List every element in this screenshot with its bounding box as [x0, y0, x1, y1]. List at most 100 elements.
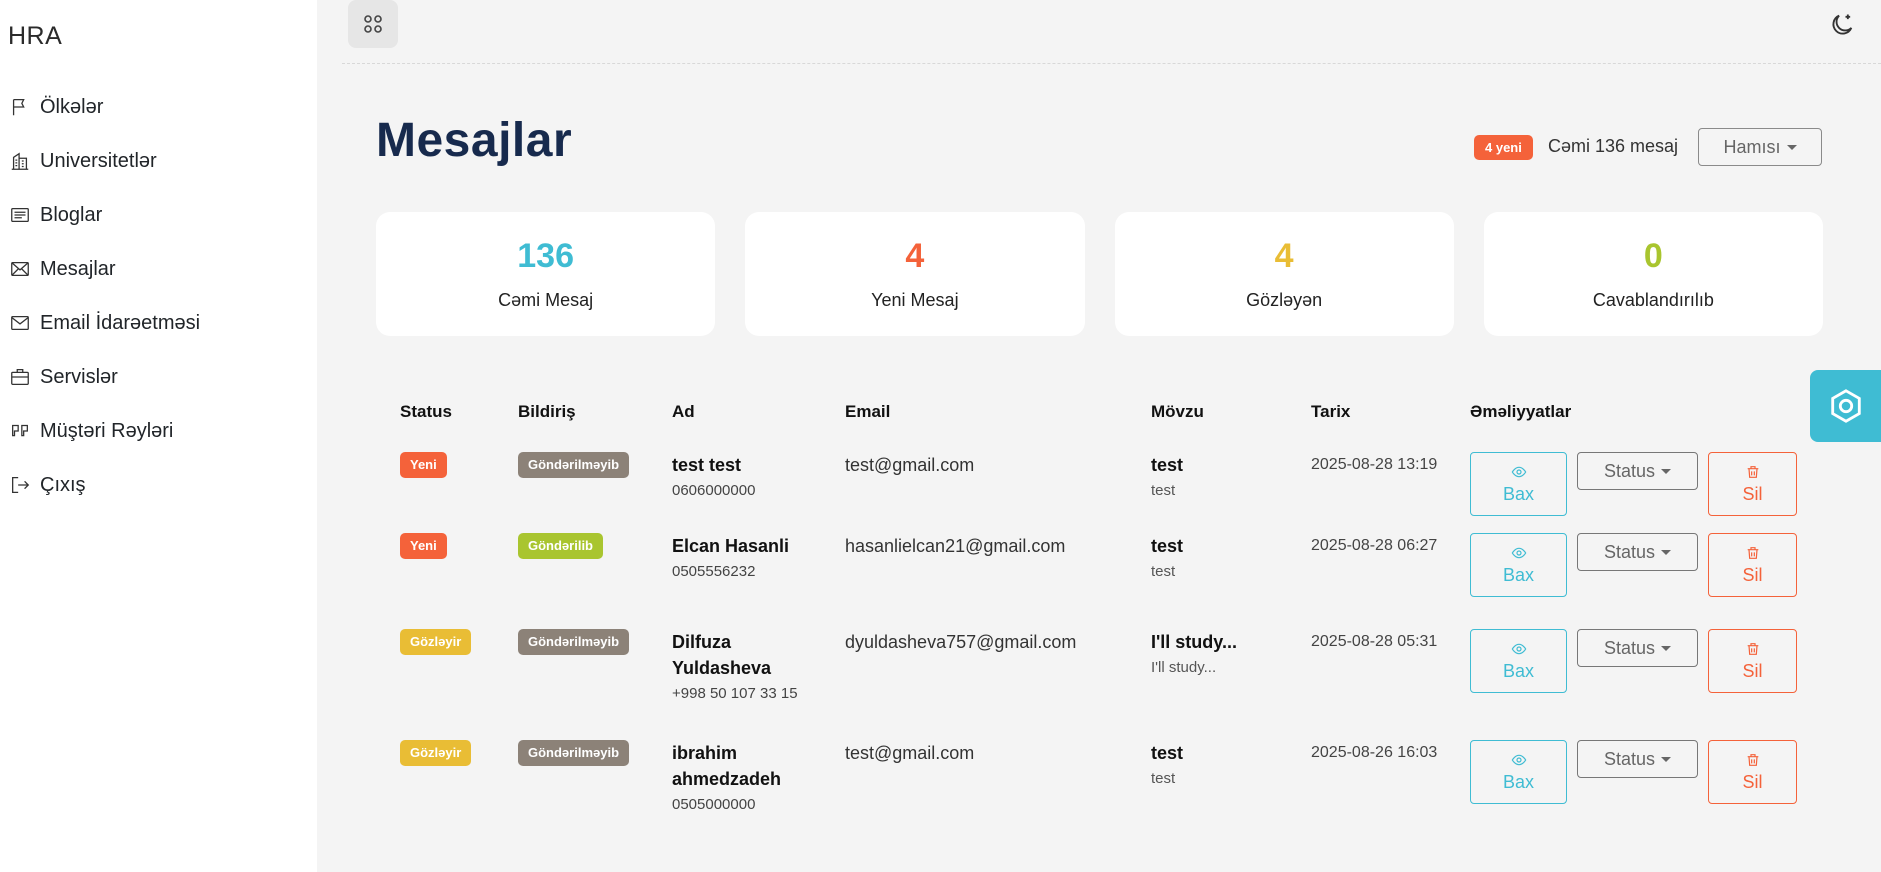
sidebar-item-email-idareetmesi[interactable]: Email İdarəetməsi — [8, 296, 308, 350]
view-button-label: Bax — [1502, 771, 1535, 792]
subject-title: test — [1151, 536, 1184, 556]
stat-label: Yeni Mesaj — [871, 290, 959, 310]
caret-down-icon — [1661, 468, 1672, 474]
status-dropdown-button[interactable]: Status — [1577, 533, 1698, 571]
delete-button[interactable]: Sil — [1708, 533, 1797, 597]
sidebar-item-servisler[interactable]: Servislər — [8, 350, 308, 404]
sidebar-item-bloglar[interactable]: Bloglar — [8, 188, 308, 242]
building-icon — [8, 149, 32, 173]
sidebar-item-universitetler[interactable]: Universitetlər — [8, 134, 308, 188]
status-badge: Yeni — [400, 452, 447, 478]
quote-icon — [8, 419, 32, 443]
flag-icon — [8, 95, 32, 119]
trash-icon — [1747, 753, 1758, 766]
delete-button-label: Sil — [1742, 483, 1763, 504]
column-header-date: Tarix — [1311, 402, 1351, 421]
column-header-status: Status — [400, 402, 452, 421]
sidebar-item-label: Email İdarəetməsi — [40, 311, 201, 334]
sender-phone: 0505556232 — [672, 563, 756, 580]
grid-icon — [364, 15, 382, 33]
status-dropdown-button[interactable]: Status — [1577, 740, 1698, 778]
subject-preview: test — [1151, 563, 1176, 580]
status-badge: Gözləyir — [400, 629, 472, 655]
filter-dropdown-button[interactable]: Hamısı — [1698, 128, 1822, 166]
notification-badge: Göndərilib — [518, 533, 603, 559]
sender-email: hasanlielcan21@gmail.com — [845, 536, 1066, 556]
status-dropdown-button[interactable]: Status — [1577, 629, 1698, 667]
sender-email: test@gmail.com — [845, 743, 975, 763]
topbar — [342, 0, 1881, 64]
sidebar-item-cixis[interactable]: Çıxış — [8, 458, 308, 512]
column-header-subject: Mövzu — [1151, 402, 1204, 421]
column-header-actions: Əməliyyatlar — [1470, 402, 1572, 421]
page-title: Mesajlar — [376, 114, 573, 167]
stat-card-pending: 4 Gözləyən — [1114, 212, 1454, 336]
sender-name: test test — [672, 455, 742, 475]
column-header-name: Ad — [672, 402, 695, 421]
stat-card-new: 4 Yeni Mesaj — [745, 212, 1085, 336]
status-button-label: Status — [1603, 748, 1656, 769]
delete-button[interactable]: Sil — [1708, 452, 1797, 516]
delete-button[interactable]: Sil — [1708, 740, 1797, 804]
theme-toggle-button[interactable] — [1825, 8, 1859, 42]
delete-button-label: Sil — [1742, 564, 1763, 585]
briefcase-icon — [8, 365, 32, 389]
sender-email: dyuldasheva757@gmail.com — [845, 632, 1077, 652]
settings-hexagon-icon — [1830, 389, 1861, 423]
subject-title: I'll study... — [1151, 632, 1237, 652]
apps-menu-button[interactable] — [348, 0, 398, 48]
message-date: 2025-08-26 16:03 — [1311, 744, 1438, 761]
delete-button[interactable]: Sil — [1708, 629, 1797, 693]
notification-badge: Göndərilməyib — [518, 452, 630, 478]
stat-label: Cəmi Mesaj — [498, 290, 594, 310]
stat-label: Cavablandırılıb — [1592, 290, 1714, 310]
notification-badge: Göndərilməyib — [518, 740, 630, 766]
subject-title: test — [1151, 455, 1184, 475]
sidebar-item-label: Mesajlar — [40, 257, 116, 280]
sidebar-item-label: Çıxış — [40, 473, 86, 496]
trash-icon — [1747, 642, 1758, 655]
view-button[interactable]: Bax — [1470, 533, 1567, 597]
sidebar: HRA Ölkələr Universitetlər Bloglar Mesaj… — [0, 0, 317, 872]
caret-down-icon — [1661, 549, 1672, 555]
stat-value: 0 — [1643, 237, 1663, 275]
message-date: 2025-08-28 06:27 — [1311, 537, 1438, 554]
eye-icon — [1511, 643, 1526, 654]
sender-phone: +998 50 107 33 15 — [672, 685, 798, 702]
column-header-notification: Bildiriş — [518, 402, 576, 421]
settings-float-button[interactable] — [1810, 370, 1881, 442]
delete-button-label: Sil — [1742, 771, 1763, 792]
sidebar-item-label: Müştəri Rəyləri — [40, 419, 174, 442]
status-button-label: Status — [1603, 460, 1656, 481]
message-date: 2025-08-28 05:31 — [1311, 633, 1438, 650]
sender-name: Dilfuza Yuldasheva — [672, 632, 772, 678]
subject-preview: I'll study... — [1151, 659, 1217, 676]
stat-value: 4 — [1274, 237, 1294, 275]
delete-button-label: Sil — [1742, 660, 1763, 681]
brand-logo[interactable]: HRA — [8, 22, 62, 51]
sidebar-item-mesajlar[interactable]: Mesajlar — [8, 242, 308, 296]
sender-phone: 0606000000 — [672, 482, 756, 499]
stat-value: 4 — [905, 237, 925, 275]
status-dropdown-button[interactable]: Status — [1577, 452, 1698, 490]
sidebar-item-musteri-reyleri[interactable]: Müştəri Rəyləri — [8, 404, 308, 458]
newspaper-icon — [8, 203, 32, 227]
logout-icon — [8, 473, 32, 497]
filter-label: Hamısı — [1723, 136, 1781, 157]
status-button-label: Status — [1603, 637, 1656, 658]
notification-badge: Göndərilməyib — [518, 629, 630, 655]
sidebar-nav: Ölkələr Universitetlər Bloglar Mesajlar … — [8, 80, 308, 512]
caret-down-icon — [1786, 144, 1797, 150]
view-button-label: Bax — [1502, 564, 1535, 585]
sidebar-item-label: Universitetlər — [40, 149, 157, 172]
sidebar-item-olkeler[interactable]: Ölkələr — [8, 80, 308, 134]
stat-card-answered: 0 Cavablandırılıb — [1483, 212, 1823, 336]
view-button[interactable]: Bax — [1470, 452, 1567, 516]
view-button[interactable]: Bax — [1470, 740, 1567, 804]
view-button[interactable]: Bax — [1470, 629, 1567, 693]
eye-icon — [1511, 547, 1526, 558]
subject-preview: test — [1151, 482, 1176, 499]
sidebar-item-label: Ölkələr — [40, 95, 104, 118]
trash-icon — [1747, 465, 1758, 478]
sidebar-item-label: Bloglar — [40, 203, 103, 226]
